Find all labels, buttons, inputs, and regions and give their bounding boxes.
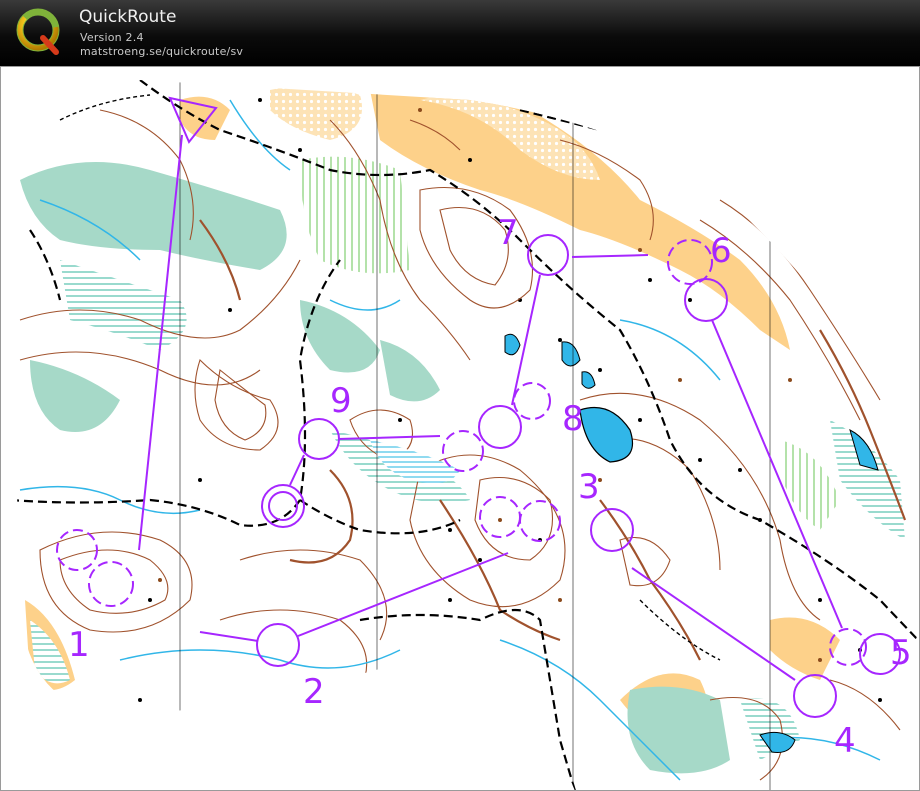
control-number-6: 6: [710, 231, 732, 271]
map-canvas[interactable]: 1 2 3 4 5 6 7 8 9: [0, 66, 920, 791]
app-version: Version 2.4: [80, 31, 144, 44]
control-number-1: 1: [68, 625, 90, 665]
title-bar: QuickRoute Version 2.4 matstroeng.se/qui…: [0, 0, 920, 66]
map-terrain: [12, 80, 918, 791]
control-number-2: 2: [303, 672, 325, 712]
control-number-9: 9: [330, 381, 352, 421]
control-number-5: 5: [890, 633, 912, 673]
app-url[interactable]: matstroeng.se/quickroute/sv: [80, 45, 243, 58]
control-number-4: 4: [834, 721, 856, 761]
app-title: QuickRoute: [79, 7, 177, 27]
control-number-3: 3: [578, 467, 600, 507]
control-number-7: 7: [497, 213, 519, 253]
orienteering-map[interactable]: 1 2 3 4 5 6 7 8 9: [0, 66, 920, 791]
quickroute-logo-icon: [16, 8, 60, 55]
control-number-8: 8: [562, 399, 584, 439]
